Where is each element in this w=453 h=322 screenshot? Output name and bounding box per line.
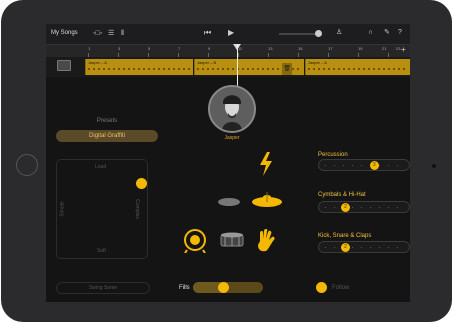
region-label: Jasper – A [88, 60, 107, 65]
ipad-frame: My Songs ◦□◦ ☰ ⫴ ⏮ ▶ ♙ ∩ ✎ ? 1 3 5 7 9 1… [1, 0, 452, 322]
kick-snare-claps-slider-knob[interactable]: 2 [341, 243, 350, 252]
loudness-complexity-pad[interactable]: Loud Soft Simple Complex [56, 159, 148, 259]
ruler-number: 13 [268, 46, 273, 51]
drummer-track: Jasper – A Jasper – B Jasper – A [46, 57, 410, 77]
ruler-number: 19 [358, 46, 363, 51]
hihat-icon[interactable] [218, 197, 240, 207]
kick-snare-claps-label: Kick, Snare & Claps [318, 233, 372, 239]
pad-label-soft: Soft [97, 248, 106, 254]
kick-snare-claps-slider[interactable]: 2 [318, 241, 410, 253]
volume-knob[interactable] [315, 30, 322, 37]
ruler-number: 17 [328, 46, 333, 51]
timeline-ruler[interactable]: 1 3 5 7 9 11 13 15 17 19 21 23 + [46, 44, 410, 57]
preset-selector[interactable]: Digital Graffiti [56, 130, 158, 142]
pad-label-simple: Simple [59, 201, 66, 217]
metronome-icon[interactable]: ♙ [336, 29, 342, 36]
track-region[interactable]: Jasper – A [305, 59, 410, 75]
slider-track-dots [325, 207, 403, 208]
trash-icon[interactable]: 🗑 [282, 63, 292, 75]
region-pattern [308, 68, 408, 70]
home-button[interactable] [16, 154, 38, 176]
camera [432, 164, 436, 168]
kick-drum-icon[interactable] [184, 229, 206, 253]
shaker-icon[interactable] [258, 152, 274, 176]
volume-slider[interactable] [279, 30, 322, 37]
garageband-screen: My Songs ◦□◦ ☰ ⫴ ⏮ ▶ ♙ ∩ ✎ ? 1 3 5 7 9 1… [46, 24, 410, 302]
rewind-icon[interactable]: ⏮ [204, 29, 211, 37]
ruler-number: 9 [208, 46, 211, 51]
ruler-number: 1 [88, 46, 91, 51]
slider-track-dots [325, 165, 403, 166]
slider-track-dots [325, 247, 403, 248]
swing-selector[interactable]: Swing Some [56, 282, 150, 294]
region-label: Jasper – B [197, 60, 217, 65]
percussion-slider[interactable]: 3 [318, 159, 410, 171]
playhead [237, 44, 238, 90]
ruler-number: 23 [396, 46, 401, 51]
ruler-number: 7 [178, 46, 181, 51]
fills-label: Fills [179, 285, 190, 291]
pad-label-complex: Complex [133, 199, 140, 219]
ruler-number: 5 [148, 46, 151, 51]
toolbar: My Songs ◦□◦ ☰ ⫴ ⏮ ▶ ♙ ∩ ✎ ? [46, 24, 410, 44]
ruler-number: 21 [382, 46, 387, 51]
region-label: Jasper – A [308, 60, 327, 65]
follow-label: Follow [332, 285, 350, 291]
drummer-portrait-icon [210, 87, 254, 131]
cymbal-icon[interactable] [252, 192, 282, 208]
snare-drum-icon[interactable] [220, 232, 244, 248]
follow-toggle[interactable] [316, 282, 327, 293]
cymbals-hihat-slider-knob[interactable]: 2 [341, 203, 350, 212]
ruler-number: 15 [298, 46, 303, 51]
loop-icon[interactable]: ∩ [368, 29, 373, 36]
pad-puck[interactable] [136, 178, 147, 189]
drummer-avatar[interactable] [208, 85, 256, 133]
play-icon[interactable]: ▶ [228, 29, 234, 37]
browser-icon[interactable]: ◦□◦ [93, 30, 102, 37]
mixer-icon[interactable]: ⫴ [121, 30, 124, 37]
region-pattern [88, 68, 191, 70]
settings-wrench-icon[interactable]: ✎ [384, 29, 390, 36]
cymbals-hihat-slider[interactable]: 2 [318, 201, 410, 213]
cymbals-hihat-label: Cymbals & Hi-Hat [318, 192, 366, 198]
fills-slider-knob[interactable] [218, 282, 229, 293]
my-songs-button[interactable]: My Songs [51, 30, 78, 36]
presets-label: Presets [96, 118, 118, 124]
drummer-name: Jasper [224, 135, 240, 141]
clap-hand-icon[interactable] [256, 229, 276, 253]
track-region[interactable]: Jasper – A [85, 59, 193, 75]
percussion-slider-knob[interactable]: 3 [369, 161, 379, 170]
tracks-view-icon[interactable]: ☰ [108, 30, 114, 37]
pad-label-loud: Loud [95, 164, 107, 170]
ruler-number: 3 [118, 46, 121, 51]
drummer-track-icon[interactable] [57, 60, 71, 71]
add-section-icon[interactable]: + [401, 45, 406, 54]
help-icon[interactable]: ? [398, 29, 402, 36]
percussion-label: Percussion [318, 152, 348, 158]
